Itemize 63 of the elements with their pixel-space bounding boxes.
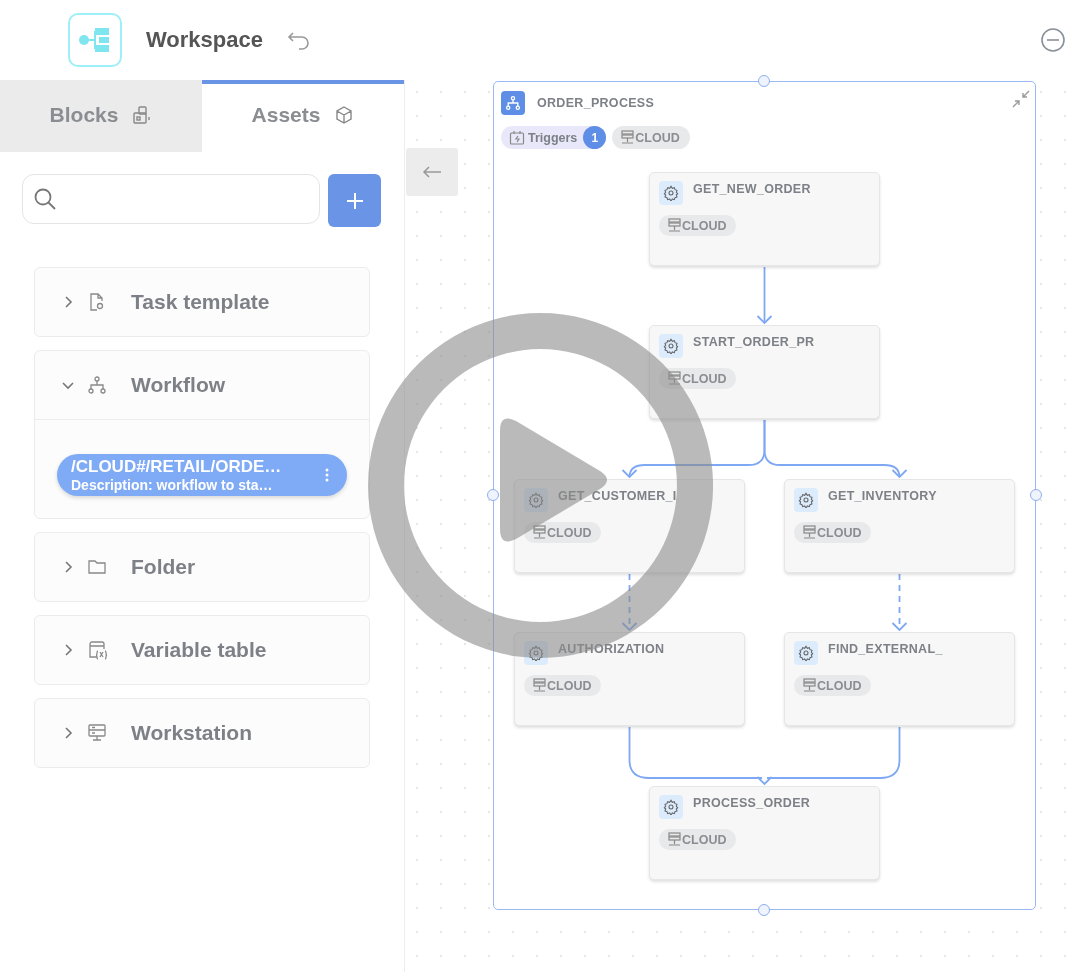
cloud-tag: CLOUD: [794, 675, 872, 696]
task-node[interactable]: [514, 632, 745, 726]
server-icon: [668, 218, 681, 233]
collapse-panel-button[interactable]: [406, 148, 458, 196]
count-badge: 1: [583, 126, 607, 149]
plus-icon: [345, 191, 364, 210]
section-label[interactable]: Workstation: [131, 721, 252, 745]
section-label[interactable]: Workflow: [131, 373, 226, 397]
cube-icon: [334, 105, 355, 125]
node-title: PROCESS_ORDER: [693, 796, 811, 810]
zoom-out-icon[interactable]: [1040, 27, 1066, 53]
search-field[interactable]: [22, 174, 320, 224]
cloud-tag: CLOUD: [659, 368, 737, 389]
server-icon: [621, 130, 635, 145]
panel-tab[interactable]: Blocks: [0, 80, 202, 152]
server-icon: [803, 525, 816, 540]
node-title: AUTHORIZATION: [558, 642, 665, 656]
server-icon: [668, 371, 681, 386]
connection-handle[interactable]: [487, 489, 499, 501]
collapse-icon[interactable]: [1012, 90, 1030, 108]
task-node[interactable]: [784, 632, 1015, 726]
cloud-tag: CLOUD: [659, 215, 737, 236]
group-title: ORDER_PROCESS: [537, 96, 655, 110]
section-label[interactable]: Folder: [131, 555, 196, 579]
more-options-icon[interactable]: [325, 468, 329, 482]
task-node[interactable]: [784, 479, 1015, 573]
section-label[interactable]: Task template: [131, 290, 270, 314]
cloud-tag: CLOUD: [612, 126, 690, 149]
connection-handle[interactable]: [758, 75, 770, 87]
folder-icon: [87, 557, 107, 577]
node-title: GET_INVENTORY: [828, 489, 937, 503]
server-icon: [803, 678, 816, 693]
calendar-icon: [509, 129, 525, 146]
node-title: START_ORDER_PR: [693, 335, 815, 349]
cloud-tag: CLOUD: [524, 522, 602, 543]
blocks-icon: [132, 105, 153, 125]
task-node[interactable]: [649, 172, 880, 266]
add-button[interactable]: [328, 174, 381, 227]
workflow-path: /CLOUD#/RETAIL/ORDE…: [71, 457, 282, 477]
task-node[interactable]: [649, 325, 880, 419]
search-icon: [33, 187, 57, 211]
section-label[interactable]: Variable table: [131, 638, 267, 662]
app-logo: [68, 13, 122, 67]
cloud-tag: CLOUD: [524, 675, 602, 696]
workflow-chip[interactable]: /CLOUD#/RETAIL/ORDE… Description: workflow to sta…: [57, 454, 347, 496]
undo-icon[interactable]: [287, 29, 311, 51]
node-title: GET_CUSTOMER_I: [558, 489, 677, 503]
node-title: GET_NEW_ORDER: [693, 182, 811, 196]
workflow-description: Description: workflow to sta…: [71, 477, 274, 493]
triggers-chip[interactable]: Triggers 1: [501, 126, 607, 149]
cloud-tag: CLOUD: [794, 522, 872, 543]
node-title: FIND_EXTERNAL_: [828, 642, 943, 656]
workspace-title: Workspace: [146, 27, 263, 53]
task-node[interactable]: [514, 479, 745, 573]
server-icon: [533, 678, 546, 693]
hierarchy-icon: [87, 375, 107, 395]
left-arrow-icon: [422, 165, 442, 179]
variable-table-icon: [87, 640, 107, 660]
server-icon: [87, 723, 107, 743]
task-node[interactable]: [649, 786, 880, 880]
server-icon: [668, 832, 681, 847]
cloud-tag: CLOUD: [659, 829, 737, 850]
server-icon: [533, 525, 546, 540]
